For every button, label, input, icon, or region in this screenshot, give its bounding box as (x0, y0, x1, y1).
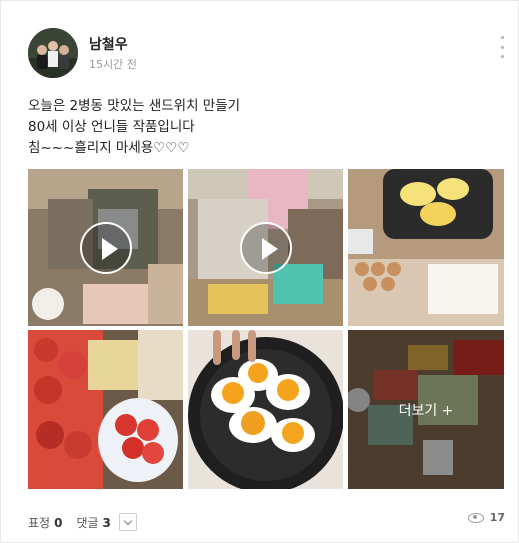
post-footer: 표정 0 댓글 3 (28, 513, 137, 531)
avatar[interactable] (28, 28, 78, 78)
post-text: 오늘은 2병동 맛있는 샌드위치 만들기 80세 이상 언니들 작품입니다 침~… (28, 96, 240, 159)
post-text-line: 침~~~흘리지 마세용♡♡♡ (28, 140, 190, 156)
comment-label: 댓글 (76, 515, 99, 530)
media-video-2[interactable] (188, 169, 343, 326)
post-text-line: 80세 이상 언니들 작품입니다 (28, 119, 195, 135)
more-options-icon[interactable] (496, 36, 508, 58)
reaction-button[interactable]: 표정 0 (28, 514, 62, 531)
photo-thumbnail (28, 330, 183, 489)
media-photo-1[interactable] (348, 169, 504, 326)
post-card: 남철우 15시간 전 오늘은 2병동 맛있는 샌드위치 만들기 80세 이상 언… (0, 0, 519, 543)
author-name[interactable]: 남철우 (89, 34, 128, 54)
media-photo-2[interactable] (28, 330, 183, 489)
media-grid: 더보기 + (28, 169, 504, 489)
photo-thumbnail (348, 169, 504, 326)
view-count-value: 17 (489, 511, 505, 524)
media-photo-3[interactable] (188, 330, 343, 489)
reaction-label: 표정 (28, 515, 51, 530)
play-icon[interactable] (79, 221, 132, 274)
comment-count: 3 (102, 515, 111, 530)
media-video-1[interactable] (28, 169, 183, 326)
photo-thumbnail (188, 330, 343, 489)
eye-icon (467, 512, 484, 523)
more-photos-label: 더보기 + (398, 402, 454, 419)
post-time: 15시간 전 (89, 58, 137, 71)
reaction-count: 0 (54, 515, 63, 530)
view-count: 17 (467, 511, 505, 524)
post-text-line: 오늘은 2병동 맛있는 샌드위치 만들기 (28, 98, 241, 114)
more-photos-button[interactable]: 더보기 + (348, 330, 504, 489)
play-icon[interactable] (239, 221, 292, 274)
media-photo-more[interactable]: 더보기 + (348, 330, 504, 489)
chevron-down-icon[interactable] (118, 513, 137, 531)
comment-button[interactable]: 댓글 3 (76, 514, 110, 531)
